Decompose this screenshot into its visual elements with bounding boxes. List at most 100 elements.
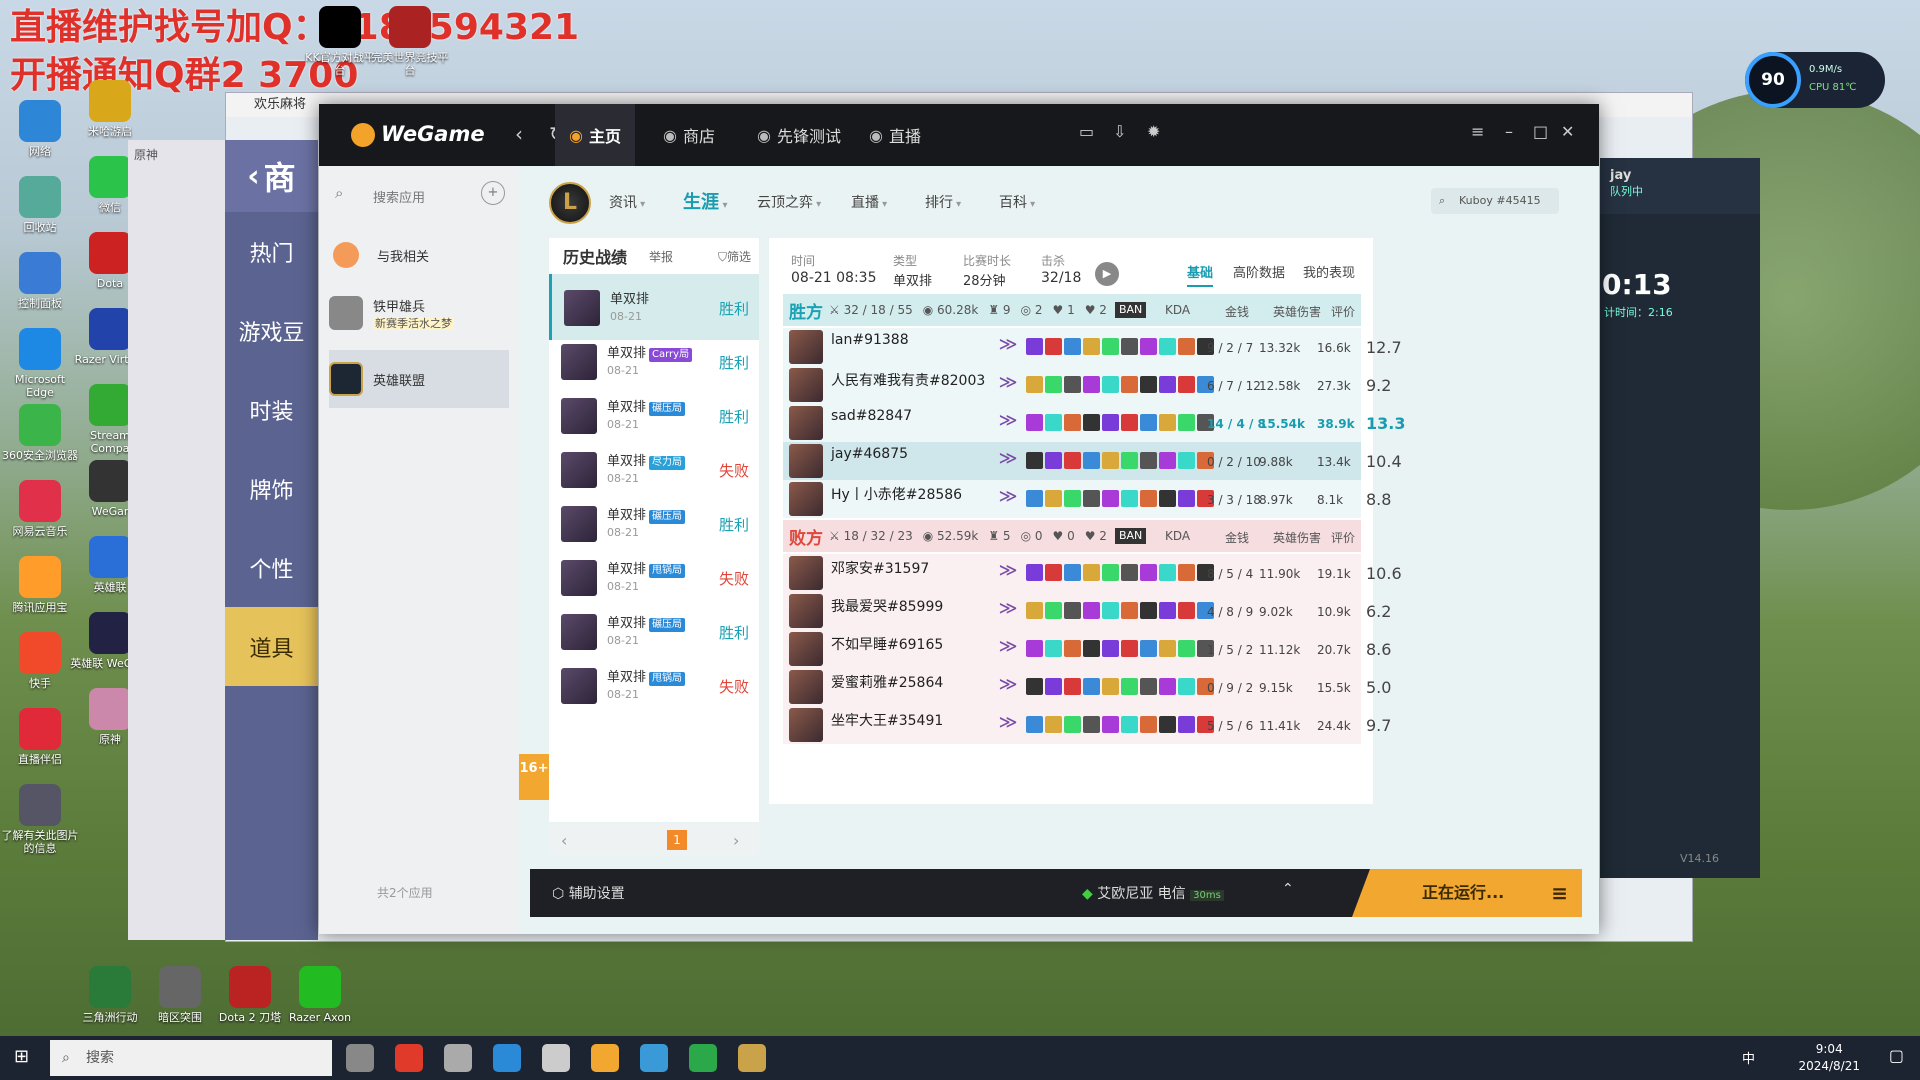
report-link[interactable]: 举报 xyxy=(649,248,673,265)
player-row[interactable]: sad#82847 ≫ 14 / 4 / 8 15.54k 38.9k 13.3 xyxy=(783,404,1405,442)
shop-nav-item[interactable]: 个性 xyxy=(225,528,318,607)
subnav-2[interactable]: 云顶之弈 ▾ xyxy=(757,192,821,212)
desktop-icon[interactable]: Razer Axon xyxy=(280,966,360,1024)
topnav-1[interactable]: ◉ 商店 xyxy=(649,104,729,166)
assist-settings[interactable]: ⬡ 辅助设置 xyxy=(552,883,625,903)
subnav-0[interactable]: 资讯 ▾ xyxy=(609,192,645,212)
detail-tab-0[interactable]: 基础 xyxy=(1187,262,1214,287)
shop-nav-item[interactable]: 道具 xyxy=(225,607,318,686)
history-row[interactable]: 单双排 甩锅局 08-21 失败 xyxy=(549,652,759,718)
ime-indicator[interactable]: 中 xyxy=(1742,1048,1755,1067)
desktop-icon[interactable]: 完美世界竞技平台 xyxy=(370,6,450,77)
desktop-icon[interactable]: KK官方对战平台 xyxy=(300,6,380,77)
desktop-icon[interactable]: 直播伴侣 xyxy=(0,708,80,766)
chat-status: 队列中 xyxy=(1610,185,1643,198)
shop-nav-item[interactable]: 热门 xyxy=(225,212,318,291)
player-name[interactable]: sad#82847 xyxy=(831,408,912,424)
taskbar-app[interactable] xyxy=(591,1044,619,1072)
player-name[interactable]: 坐牢大王#35491 xyxy=(831,710,943,730)
subnav-3[interactable]: 直播 ▾ xyxy=(851,192,887,212)
player-row[interactable]: 不如早睡#69165 ≫ 1 / 5 / 2 11.12k 20.7k 8.6 xyxy=(783,630,1391,668)
desktop-icon[interactable]: 360安全浏览器 xyxy=(0,404,80,462)
desktop-icon[interactable]: 暗区突围 xyxy=(140,966,220,1024)
player-name[interactable]: 我最爱哭#85999 xyxy=(831,596,943,616)
close-icon[interactable]: ✕ xyxy=(1561,122,1574,141)
player-name[interactable]: 不如早睡#69165 xyxy=(831,634,943,654)
shop-nav-item[interactable]: 牌饰 xyxy=(225,449,318,528)
taskbar-app[interactable] xyxy=(640,1044,668,1072)
shop-nav-item[interactable]: 游戏豆 xyxy=(225,291,318,370)
desktop-icon[interactable]: 三角洲行动 xyxy=(70,966,150,1024)
player-name[interactable]: 人民有难我有责#82003 xyxy=(831,370,985,390)
desktop-icon[interactable]: Dota 2 刀塔 xyxy=(210,966,290,1024)
minimize-icon[interactable]: – xyxy=(1505,122,1513,141)
subnav-1[interactable]: 生涯 ▾ xyxy=(683,188,728,214)
running-button[interactable]: 正在运行... ≡ xyxy=(1352,869,1582,917)
filter-button[interactable]: ⛉筛选 xyxy=(718,248,751,265)
player-row[interactable]: jay#46875 ≫ 0 / 2 / 10 9.88k 13.4k 10.4 xyxy=(783,442,1402,480)
topnav-0[interactable]: ◉ 主页 xyxy=(555,104,635,166)
sidebar-item-related[interactable]: 与我相关 xyxy=(329,226,509,284)
next-page-icon[interactable]: › xyxy=(733,831,739,850)
add-icon[interactable]: + xyxy=(481,181,505,205)
player-row[interactable]: 爱蜜莉雅#25864 ≫ 0 / 9 / 2 9.15k 15.5k 5.0 xyxy=(783,668,1391,706)
desktop-icon[interactable]: 回收站 xyxy=(0,176,80,234)
item-icon xyxy=(1064,640,1081,657)
settings-icon[interactable]: ✹ xyxy=(1147,122,1160,141)
notification-icon[interactable]: ▢ xyxy=(1889,1046,1904,1065)
page-number[interactable]: 1 xyxy=(667,830,687,850)
taskbar-app[interactable] xyxy=(738,1044,766,1072)
back-arrow-icon[interactable]: ‹ xyxy=(247,159,259,194)
player-search[interactable]: ⌕ Kuboy #45415 xyxy=(1431,188,1559,214)
topnav-3[interactable]: ◉ 直播 xyxy=(855,104,935,166)
sidebar-item-armored[interactable]: 铁甲雄兵 新赛季活水之梦 xyxy=(329,286,509,344)
desktop-icon[interactable]: 网络 xyxy=(0,100,80,158)
desktop-icon[interactable]: 腾讯应用宝 xyxy=(0,556,80,614)
detail-tab-2[interactable]: 我的表现 xyxy=(1303,262,1355,281)
desktop-icon[interactable]: 控制面板 xyxy=(0,252,80,310)
subnav-4[interactable]: 排行 ▾ xyxy=(925,192,961,212)
player-name[interactable]: 爱蜜莉雅#25864 xyxy=(831,672,943,692)
prev-page-icon[interactable]: ‹ xyxy=(561,831,567,850)
windows-start-icon[interactable]: ⊞ xyxy=(14,1046,29,1067)
desktop-icon[interactable]: 快手 xyxy=(0,632,80,690)
replay-icon[interactable]: ▶ xyxy=(1095,262,1119,286)
player-name[interactable]: jay#46875 xyxy=(831,446,908,462)
maximize-icon[interactable]: □ xyxy=(1533,122,1548,141)
download-icon[interactable]: ⇩ xyxy=(1113,122,1126,141)
sidebar-item-lol[interactable]: 英雄联盟 xyxy=(329,350,509,408)
detail-tab-1[interactable]: 高阶数据 xyxy=(1233,262,1285,281)
taskbar-search[interactable]: ⌕ 搜索 xyxy=(50,1040,332,1076)
server-selector[interactable]: ◆ 艾欧尼亚 电信 30ms xyxy=(1082,883,1224,903)
item-icons xyxy=(1026,640,1214,657)
chevron-up-icon[interactable]: ⌃ xyxy=(1282,881,1294,897)
topnav-2[interactable]: ◉ 先锋测试 xyxy=(743,104,855,166)
shop-nav-item[interactable]: 时装 xyxy=(225,370,318,449)
taskbar-app[interactable] xyxy=(346,1044,374,1072)
player-row[interactable]: 我最爱哭#85999 ≫ 4 / 8 / 9 9.02k 10.9k 6.2 xyxy=(783,592,1391,630)
player-name[interactable]: lan#91388 xyxy=(831,332,909,348)
genshin-tab[interactable]: 原神 xyxy=(128,140,225,169)
player-row[interactable]: 人民有难我有责#82003 ≫ 6 / 7 / 12 12.58k 27.3k 9.2 xyxy=(783,366,1391,404)
taskbar-app[interactable] xyxy=(395,1044,423,1072)
desktop-icon[interactable]: Microsoft Edge xyxy=(0,328,80,399)
player-name[interactable]: 邓家安#31597 xyxy=(831,558,929,578)
player-row[interactable]: 邓家安#31597 ≫ 8 / 5 / 4 11.90k 19.1k 10.6 xyxy=(783,554,1402,592)
folder-icon[interactable]: ▭ xyxy=(1079,122,1094,141)
desktop-icon[interactable]: 米哈游启 xyxy=(70,80,150,138)
taskbar-app[interactable] xyxy=(542,1044,570,1072)
desktop-icon[interactable]: 网易云音乐 xyxy=(0,480,80,538)
taskbar-app[interactable] xyxy=(689,1044,717,1072)
menu-icon[interactable]: ≡ xyxy=(1471,122,1484,141)
taskbar-app[interactable] xyxy=(493,1044,521,1072)
clock[interactable]: 9:04 2024/8/21 xyxy=(1798,1041,1860,1075)
taskbar-app[interactable] xyxy=(444,1044,472,1072)
desktop-icon[interactable]: 了解有关此图片的信息 xyxy=(0,784,80,855)
player-row[interactable]: lan#91388 ≫ 9 / 2 / 7 13.32k 16.6k 12.7 xyxy=(783,328,1402,366)
player-name[interactable]: Hy丨小赤佬#28586 xyxy=(831,484,962,504)
player-row[interactable]: Hy丨小赤佬#28586 ≫ 3 / 3 / 18 8.97k 8.1k 8.8 xyxy=(783,480,1391,518)
app-search[interactable]: ⌕ 搜索应用 + xyxy=(329,178,509,212)
subnav-5[interactable]: 百科 ▾ xyxy=(999,192,1035,212)
back-icon[interactable]: ‹ xyxy=(515,122,523,146)
player-row[interactable]: 坐牢大王#35491 ≫ 5 / 5 / 6 11.41k 24.4k 9.7 xyxy=(783,706,1391,744)
